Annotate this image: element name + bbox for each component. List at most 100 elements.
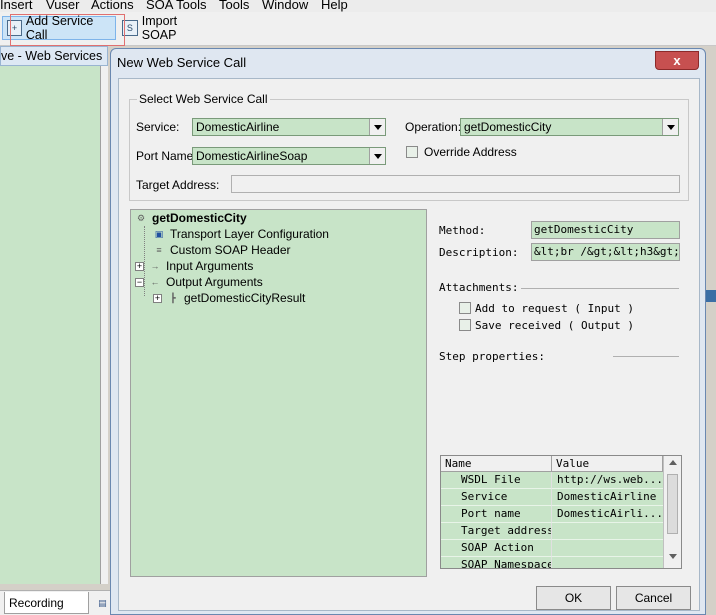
add-to-request-checkbox[interactable] [459, 302, 471, 314]
tree-item-result[interactable]: + ┣ getDomesticCityResult [153, 290, 305, 306]
grid-cell-value: DomesticAirline [552, 489, 663, 506]
grid-header: Name Value [441, 456, 663, 472]
grid-cell-value: http://ws.web... [552, 472, 663, 489]
chevron-down-icon[interactable] [369, 119, 385, 135]
ok-button[interactable]: OK [536, 586, 611, 610]
tree-item-label: Transport Layer Configuration [170, 227, 329, 241]
menu-actions[interactable]: Actions [91, 0, 134, 12]
grid-cell-value: DomesticAirli... [552, 506, 663, 523]
method-label: Method: [439, 224, 486, 237]
left-tree-area [0, 66, 100, 584]
new-web-service-call-dialog: New Web Service Call x Select Web Servic… [110, 48, 706, 615]
grid-header-value[interactable]: Value [552, 456, 663, 472]
port-name-label: Port Name: [136, 149, 197, 163]
scroll-thumb[interactable] [667, 474, 678, 534]
save-received-label: Save received ( Output ) [475, 319, 634, 332]
add-service-call-label: Add Service Call [25, 14, 94, 42]
web-services-tab[interactable]: ve - Web Services [0, 46, 108, 66]
import-soap-button[interactable]: S Import SOAP [118, 14, 218, 42]
tree-item-soap-header[interactable]: ≡ Custom SOAP Header [151, 242, 291, 258]
call-tree: ⚙ getDomesticCity ▣ Transport Layer Conf… [130, 209, 427, 577]
tree-root[interactable]: ⚙ getDomesticCity [133, 210, 247, 226]
add-to-request-label: Add to request ( Input ) [475, 302, 634, 315]
tree-item-output-arguments[interactable]: − ← Output Arguments [135, 274, 263, 290]
grid-cell-name: Service [441, 489, 552, 506]
grid-cell-value [552, 523, 663, 540]
dialog-client: Select Web Service Call Service: Domesti… [118, 78, 700, 611]
structure-icon: ┣ [170, 293, 176, 303]
collapse-icon[interactable]: − [135, 277, 144, 287]
close-button[interactable]: x [655, 51, 699, 70]
save-received-checkbox[interactable] [459, 319, 471, 331]
chevron-down-icon[interactable] [662, 119, 678, 135]
tree-item-label: getDomesticCityResult [184, 291, 306, 305]
target-address-field[interactable] [231, 175, 680, 193]
tree-item-input-arguments[interactable]: + → Input Arguments [135, 258, 253, 274]
grid-cell-name: Port name [441, 506, 552, 523]
menu-help[interactable]: Help [321, 0, 348, 12]
grid-cell-value [552, 557, 663, 568]
grid-cell-name: SOAP Namespace [441, 557, 552, 568]
properties-panel: Method: getDomesticCity Description: &lt… [429, 209, 689, 577]
chevron-down-icon[interactable] [369, 148, 385, 164]
select-call-group: Select Web Service Call Service: Domesti… [129, 92, 689, 201]
port-name-value: DomesticAirlineSoap [196, 149, 308, 163]
menu-bar: Insert Vuser Actions SOA Tools Tools Win… [0, 0, 716, 12]
service-label: Service: [136, 120, 180, 134]
toolbar: + Add Service Call S Import SOAP [0, 12, 716, 46]
soap-header-icon: ≡ [156, 245, 162, 255]
recording-log-tab[interactable]: Recording Log [4, 592, 89, 614]
grid-header-name[interactable]: Name [441, 456, 552, 472]
grid-scrollbar[interactable] [663, 456, 681, 568]
tree-item-label: Custom SOAP Header [170, 243, 291, 257]
cancel-button[interactable]: Cancel [616, 586, 691, 610]
add-service-call-button[interactable]: + Add Service Call [2, 14, 116, 42]
description-label: Description: [439, 246, 519, 259]
table-row[interactable]: SOAP Namespace [441, 557, 663, 568]
menu-tools[interactable]: Tools [219, 0, 249, 12]
menu-insert[interactable]: Insert [0, 0, 33, 12]
menu-vuser[interactable]: Vuser [46, 0, 79, 12]
arrow-right-icon: → [150, 261, 160, 271]
output-icon[interactable]: ▤ [95, 596, 110, 610]
table-row[interactable]: Service DomesticAirline [441, 489, 663, 506]
menu-window[interactable]: Window [262, 0, 308, 12]
operation-value: getDomesticCity [464, 120, 552, 134]
operation-label: Operation: [405, 120, 462, 134]
expand-icon[interactable]: + [153, 293, 162, 303]
expand-icon[interactable]: + [135, 261, 144, 271]
left-splitter[interactable] [100, 66, 108, 584]
description-field[interactable]: &lt;br /&gt;&lt;h3&gt;获 [531, 243, 680, 261]
scroll-down-icon[interactable] [669, 554, 677, 559]
override-address-label: Override Address [424, 145, 517, 159]
operation-select[interactable]: getDomesticCity [460, 118, 679, 136]
gear-icon: ⚙ [136, 213, 146, 223]
bottom-tab-bar: Recording Log ▤ [0, 590, 110, 615]
separator [613, 356, 679, 357]
grid-cell-value [552, 540, 663, 557]
tree-item-transport[interactable]: ▣ Transport Layer Configuration [151, 226, 329, 242]
step-properties-label: Step properties: [439, 350, 545, 363]
add-service-icon: + [7, 20, 22, 36]
scroll-up-icon[interactable] [669, 460, 677, 465]
grid-cell-name: WSDL File [441, 472, 552, 489]
grid-cell-name: SOAP Action [441, 540, 552, 557]
network-icon: ▣ [154, 229, 164, 239]
group-title: Select Web Service Call [137, 92, 270, 106]
table-row[interactable]: SOAP Action [441, 540, 663, 557]
grid-cell-name: Target address [441, 523, 552, 540]
table-row[interactable]: Target address [441, 523, 663, 540]
attachments-label: Attachments: [439, 281, 519, 294]
step-properties-grid: Name Value WSDL File http://ws.web... Se… [440, 455, 682, 569]
table-row[interactable]: Port name DomesticAirli... [441, 506, 663, 523]
import-soap-icon: S [122, 20, 138, 36]
tree-root-label: getDomesticCity [152, 211, 247, 225]
menu-soa-tools[interactable]: SOA Tools [146, 0, 206, 12]
import-soap-label: Import SOAP [141, 14, 178, 42]
arrow-left-icon: ← [150, 277, 160, 287]
method-field[interactable]: getDomesticCity [531, 221, 680, 239]
table-row[interactable]: WSDL File http://ws.web... [441, 472, 663, 489]
override-address-checkbox[interactable] [406, 146, 418, 158]
port-name-select[interactable]: DomesticAirlineSoap [192, 147, 386, 165]
service-select[interactable]: DomesticAirline [192, 118, 386, 136]
